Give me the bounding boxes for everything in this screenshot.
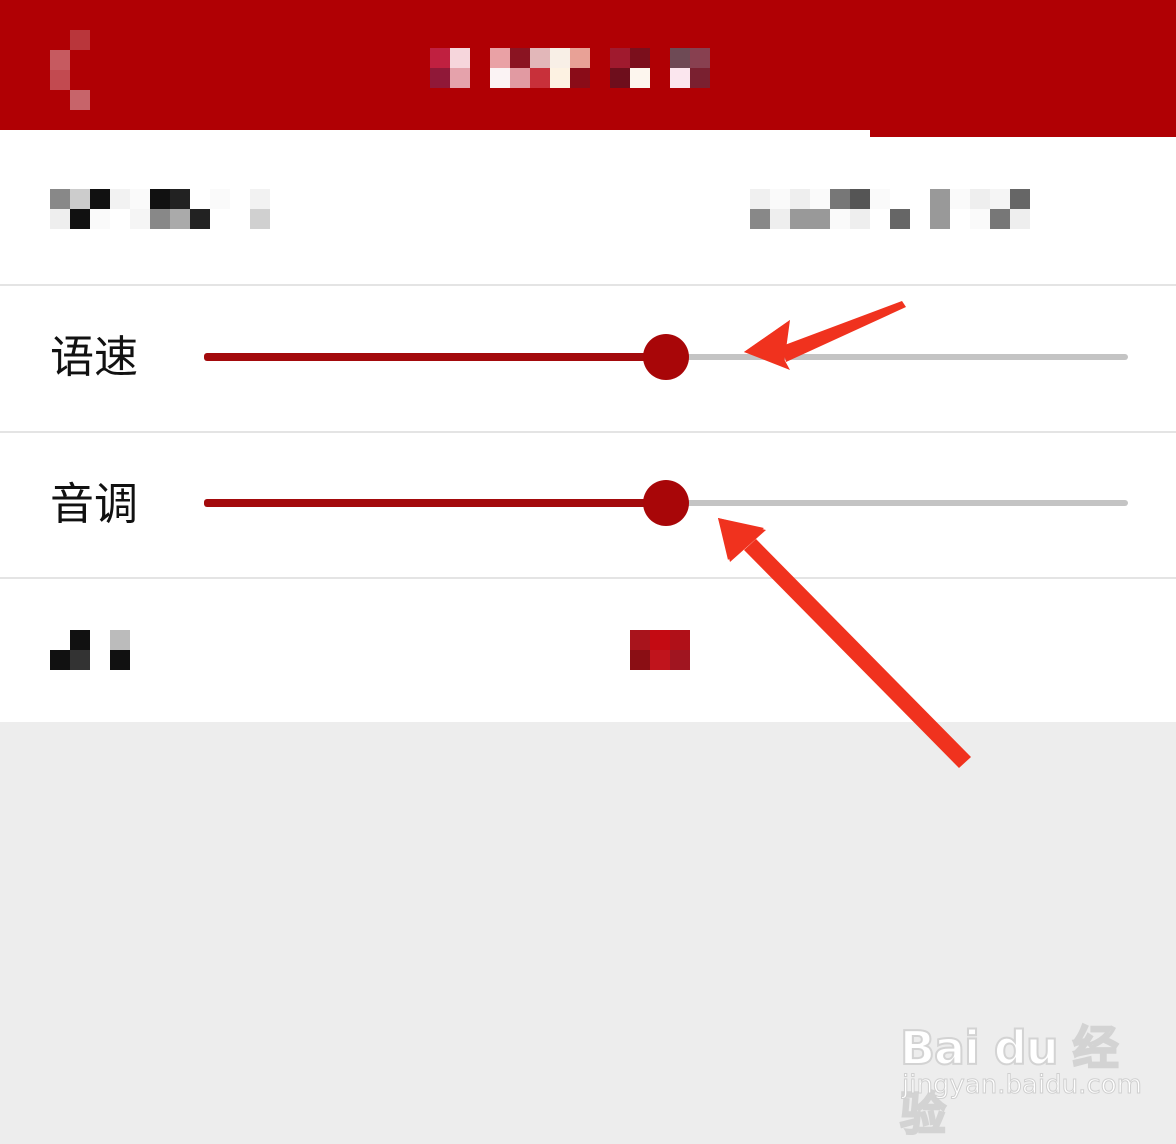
- pitch-slider[interactable]: [204, 480, 1128, 526]
- speed-slider[interactable]: [204, 334, 1128, 380]
- voice-row[interactable]: [0, 137, 1176, 284]
- watermark-url: jingyan.baidu.com: [902, 1070, 1143, 1101]
- voice-value: [750, 189, 1070, 229]
- pitch-slider-thumb[interactable]: [643, 480, 689, 526]
- voice-label: [50, 189, 270, 229]
- option-indicator[interactable]: [630, 630, 690, 670]
- speed-label: 语速: [50, 332, 138, 383]
- option-label: [50, 630, 130, 670]
- speed-row: 语速: [0, 286, 1176, 431]
- baidu-watermark: Bai du 经验 jingyan.baidu.com: [899, 1000, 1142, 1142]
- app-header: [0, 0, 1176, 137]
- back-icon[interactable]: [50, 30, 90, 110]
- page-title: [430, 48, 750, 88]
- speed-slider-thumb[interactable]: [643, 334, 689, 380]
- pitch-row: 音调: [0, 433, 1176, 577]
- pitch-slider-fill: [204, 499, 666, 507]
- settings-panel: 语速 音调: [0, 137, 1176, 722]
- header-edge: [0, 130, 870, 137]
- option-row[interactable]: [0, 579, 1176, 722]
- speed-slider-fill: [204, 353, 666, 361]
- pitch-label: 音调: [50, 479, 138, 530]
